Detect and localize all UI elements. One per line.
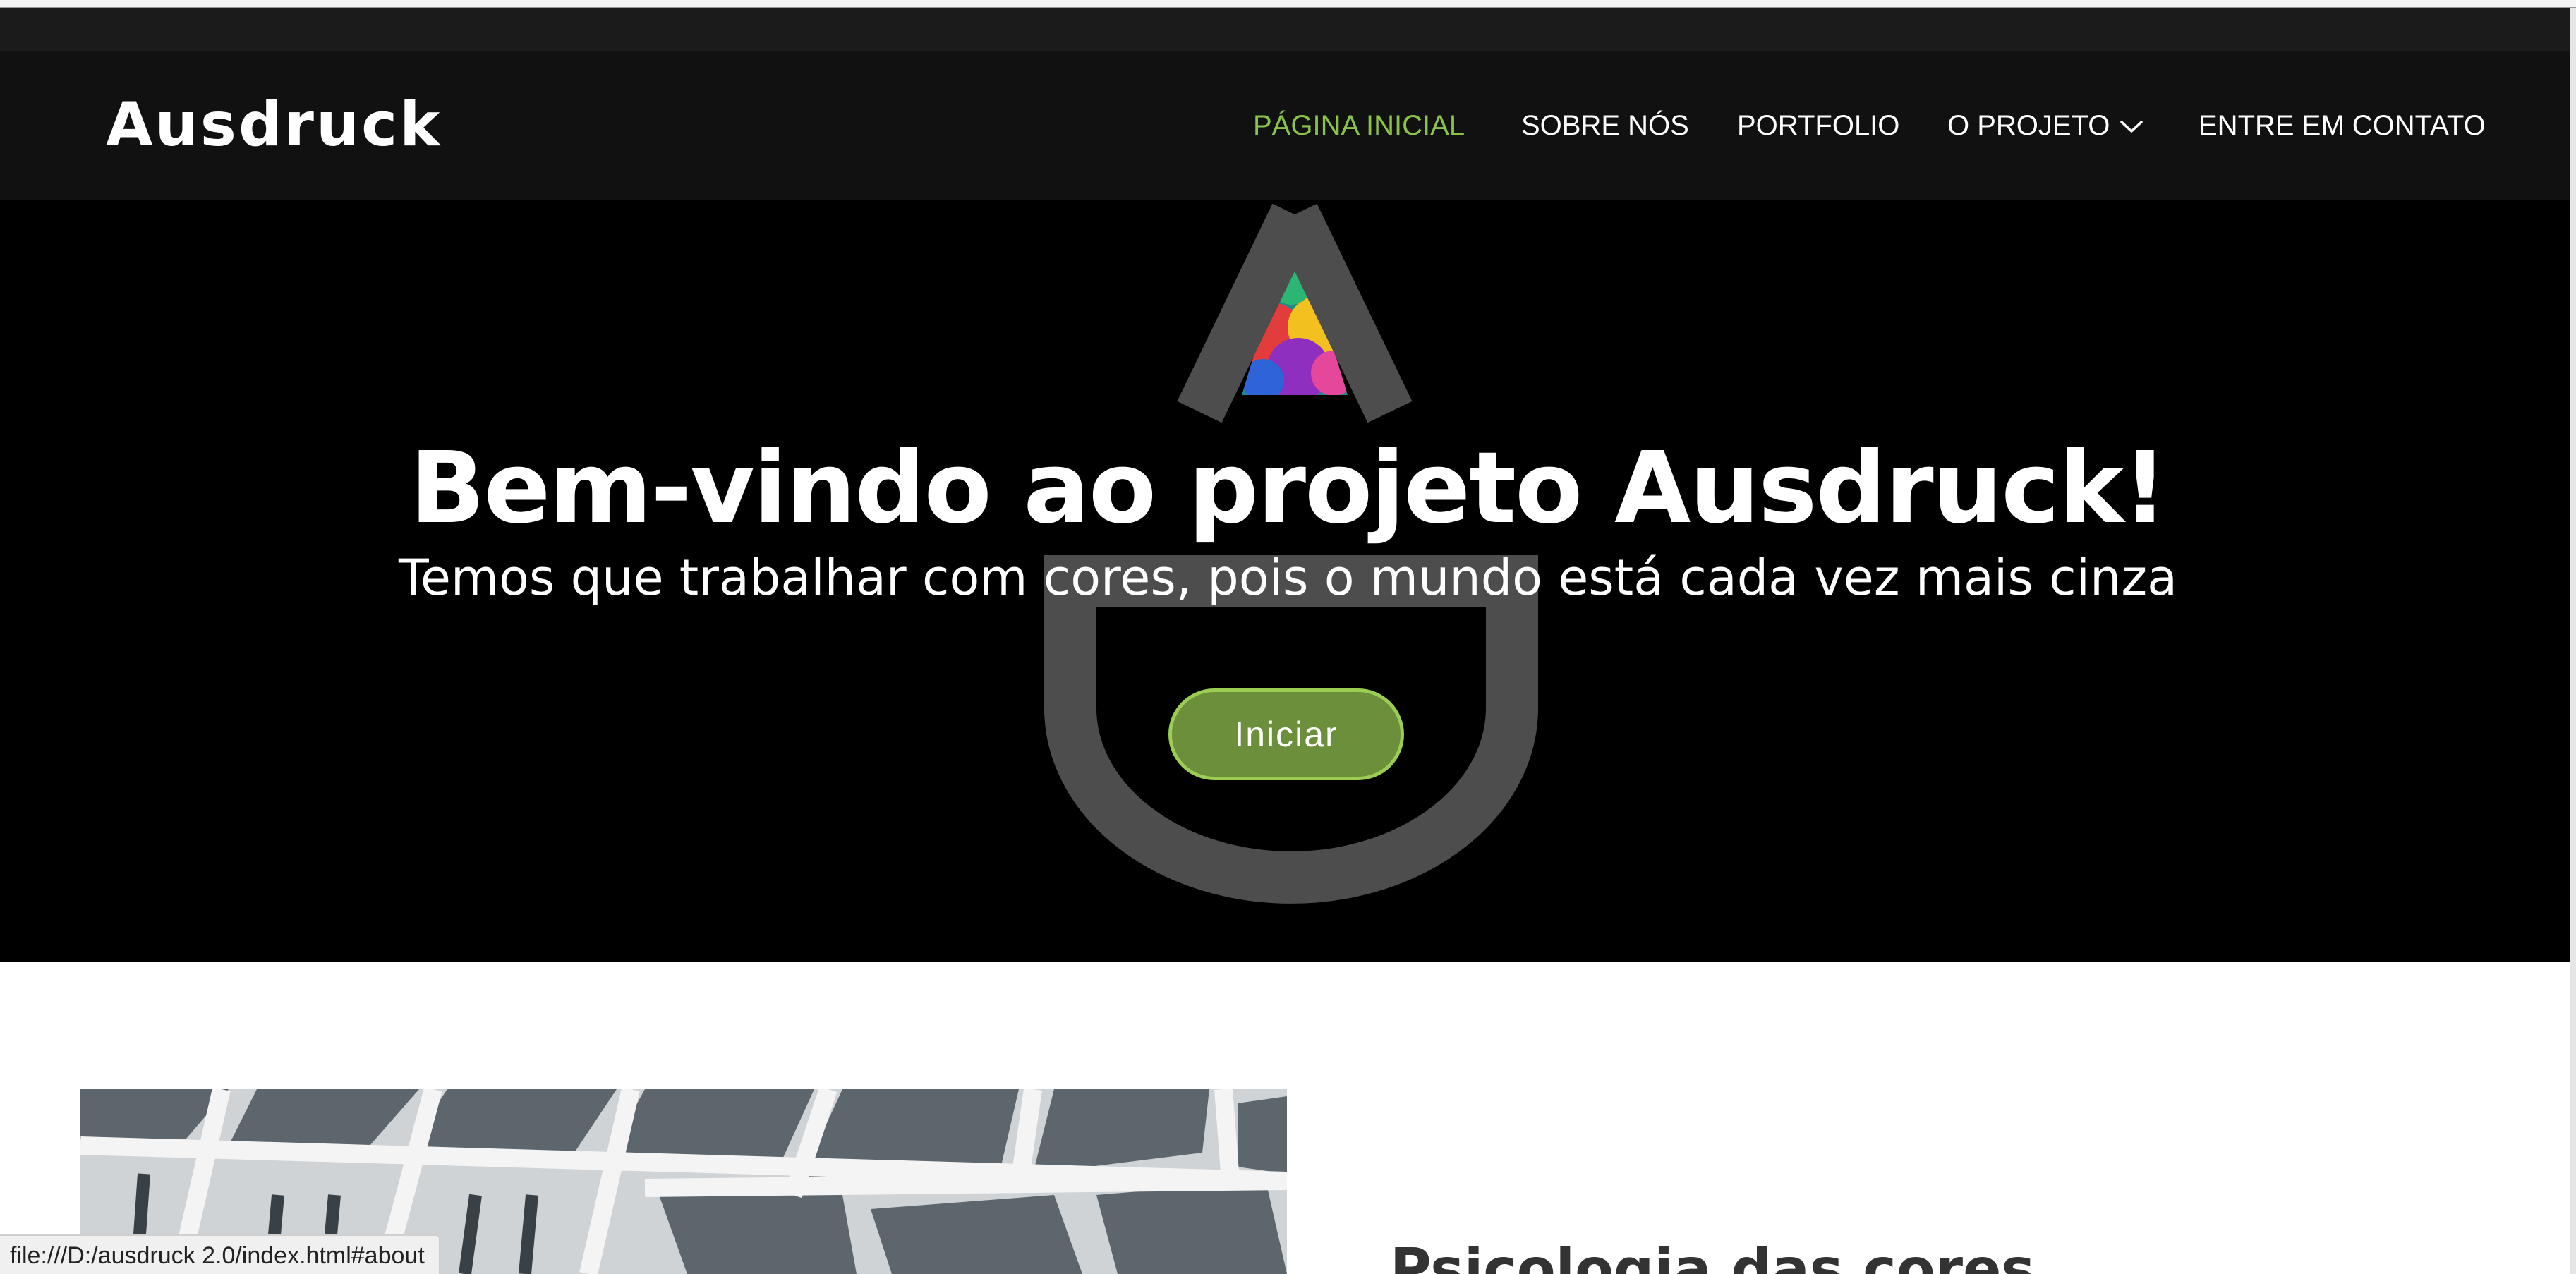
nav-item-sobre-nos[interactable]: SOBRE NÓS	[1521, 104, 1689, 147]
site-logo[interactable]: Ausdruck	[106, 86, 442, 164]
browser-page: Ausdruck PÁGINA INICIAL SOBRE NÓS PORTFO…	[0, 0, 2576, 1274]
top-bar	[0, 8, 2576, 51]
nav-item-entre-em-contato[interactable]: ENTRE EM CONTATO	[2199, 104, 2486, 147]
start-button[interactable]: Iniciar	[1168, 688, 1404, 780]
chevron-down-icon	[2120, 104, 2143, 146]
browser-frame-top	[0, 0, 2576, 8]
scrollbar[interactable]	[2570, 8, 2576, 1274]
nav-item-portfolio[interactable]: PORTFOLIO	[1737, 104, 1899, 147]
nav-item-pagina-inicial[interactable]: PÁGINA INICIAL	[1253, 104, 1465, 147]
nav-item-o-projeto[interactable]: O PROJETO	[1947, 104, 2143, 147]
hero-title: Bem-vindo ao projeto Ausdruck!	[409, 430, 2168, 546]
hero-section: Bem-vindo ao projeto Ausdruck! Temos que…	[0, 200, 2576, 962]
about-heading: Psicologia das cores	[1390, 1237, 2035, 1274]
hero-subtitle: Temos que trabalhar com cores, pois o mu…	[398, 549, 2178, 607]
nav-item-o-projeto-label: O PROJETO	[1947, 110, 2110, 141]
status-bar-url: file:///D:/ausdruck 2.0/index.html#about	[0, 1234, 440, 1274]
about-section: Psicologia das cores	[0, 962, 2576, 1274]
